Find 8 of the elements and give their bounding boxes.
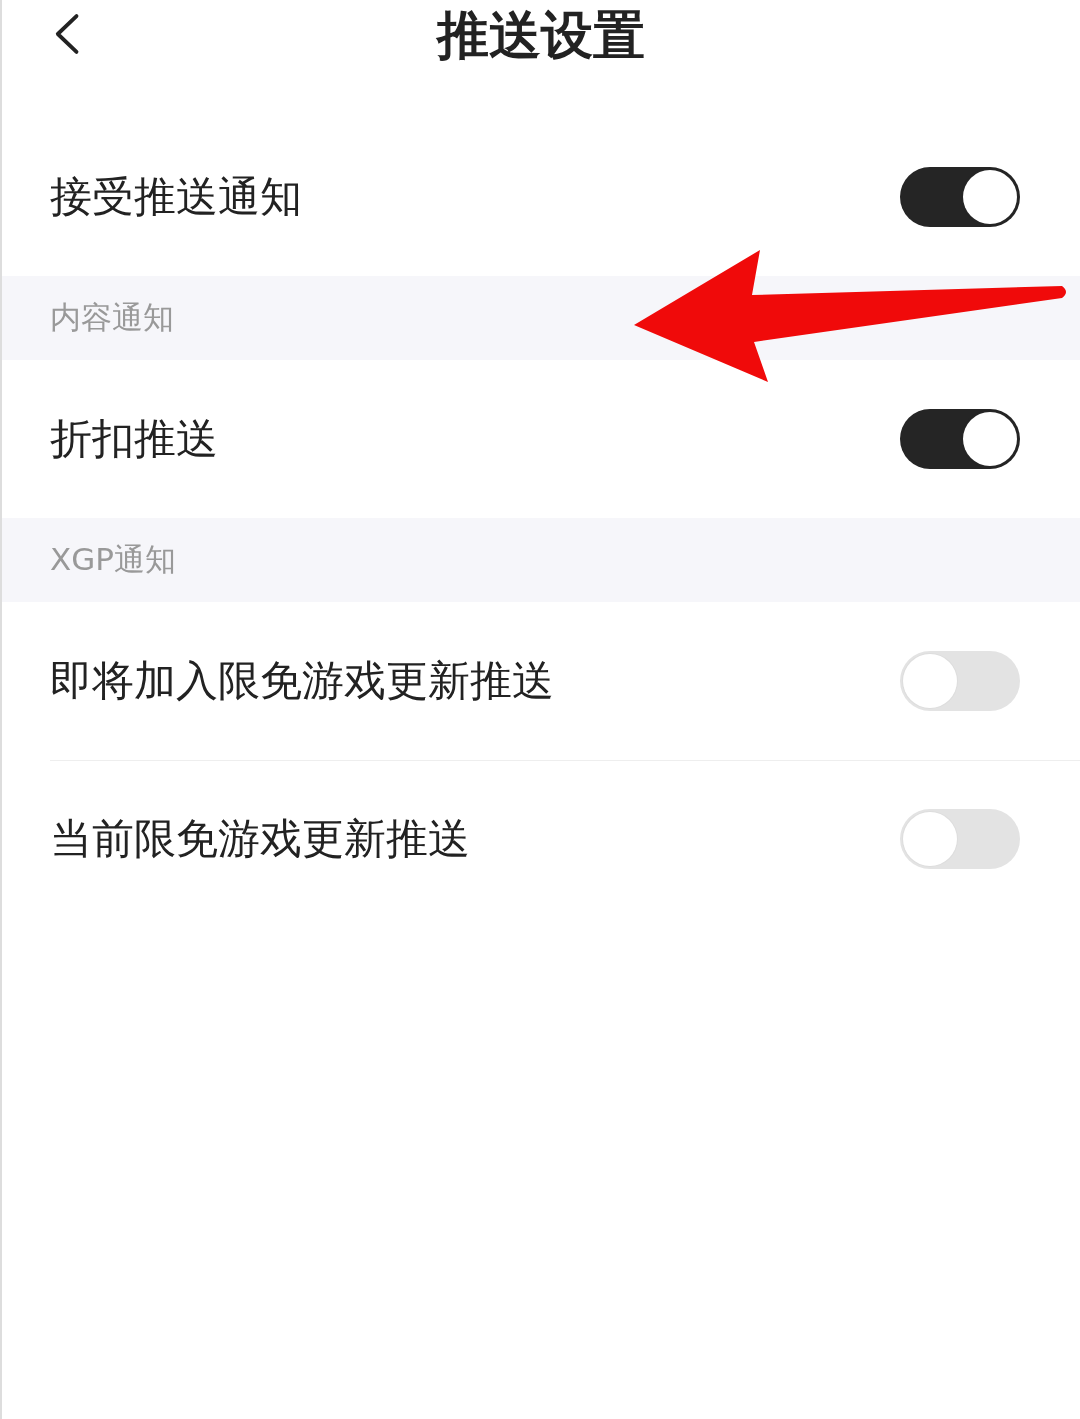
page-title: 推送设置 [435,4,646,67]
setting-label: 当前限免游戏更新推送 [50,813,470,865]
setting-label: 接受推送通知 [50,171,302,223]
toggle-switch[interactable] [900,167,1020,227]
toggle-switch[interactable] [900,409,1020,469]
setting-label: 折扣推送 [50,413,218,465]
section-header: XGP通知 [2,518,1080,602]
setting-label: 即将加入限免游戏更新推送 [50,655,554,707]
